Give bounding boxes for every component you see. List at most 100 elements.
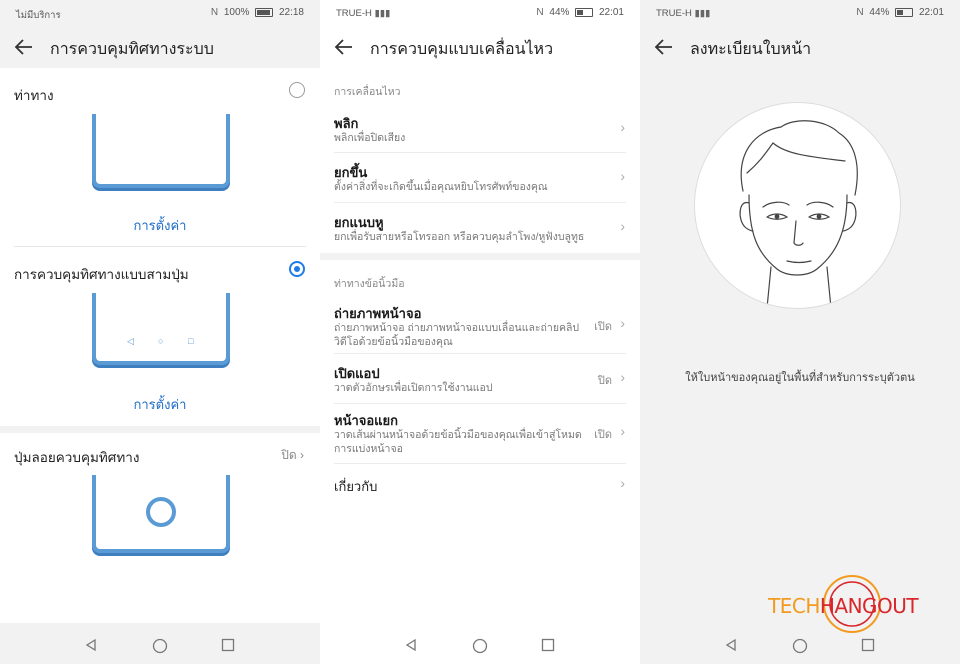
chevron-right-icon: › — [620, 423, 625, 439]
section-gap — [320, 253, 640, 260]
back-arrow-icon[interactable] — [332, 35, 356, 59]
system-navbar — [0, 630, 320, 664]
system-navbar — [640, 630, 960, 664]
status-bar: TRUE-H ▮▮▮ N 44% 22:01 — [640, 0, 960, 26]
nav-recents-icon[interactable] — [861, 638, 875, 652]
nav-back-icon: ◁ — [127, 336, 134, 346]
three-button-phone-illustration: ◁ ○ □ — [92, 293, 230, 365]
system-navbar — [320, 630, 640, 664]
divider — [14, 246, 306, 247]
radio-gestures[interactable] — [289, 82, 305, 98]
nav-home-icon[interactable] — [472, 638, 488, 654]
signal-icon: ▮▮▮ — [694, 8, 711, 19]
nav-home-icon[interactable] — [152, 638, 168, 654]
status-bar: ไม่มีบริการ N 100% 22:18 — [0, 0, 320, 26]
status-time: 22:01 — [918, 7, 944, 18]
option-gestures-label: ท่าทาง — [14, 88, 54, 103]
panel-system-navigation: ไม่มีบริการ N 100% 22:18 การควบคุมทิศทาง… — [0, 0, 320, 664]
battery-percent: 44% — [549, 7, 570, 18]
status-time: 22:01 — [598, 7, 624, 18]
battery-icon — [255, 7, 274, 17]
battery-percent: 44% — [869, 7, 890, 18]
item-subtitle: ตั้งค่าสิ่งที่จะเกิดขึ้นเมื่อคุณหยิบโทรศ… — [334, 181, 548, 193]
list-item-raise[interactable]: ยกขึ้น ตั้งค่าสิ่งที่จะเกิดขึ้นเมื่อคุณห… — [320, 153, 640, 201]
page-title: การควบคุมแบบเคลื่อนไหว — [370, 41, 554, 58]
chevron-right-icon: › — [620, 315, 625, 331]
item-subtitle: พลิกเพื่อปิดเสียง — [334, 132, 406, 144]
floating-dock-value: ปิด › — [281, 446, 304, 465]
radio-three-button[interactable] — [289, 261, 305, 277]
status-carrier: ไม่มีบริการ — [16, 10, 61, 21]
nav-back-icon[interactable] — [724, 638, 738, 652]
status-bar: TRUE-H ▮▮▮ N 44% 22:01 — [320, 0, 640, 26]
status-right: N 44% 22:01 — [536, 7, 624, 18]
status-right: N 44% 22:01 — [856, 7, 944, 18]
nav-recents-icon[interactable] — [221, 638, 235, 652]
list-item-open-app[interactable]: เปิดแอป วาดตัวอักษรเพื่อเปิดการใช้งานแอป… — [320, 354, 640, 402]
nav-back-icon[interactable] — [404, 638, 418, 652]
item-value: เปิด — [594, 321, 612, 333]
nav-recents-icon[interactable] — [541, 638, 555, 652]
panel-face-enrollment: TRUE-H ▮▮▮ N 44% 22:01 ลงทะเบียนใบหน้า ใ… — [640, 0, 960, 664]
nav-back-icon[interactable] — [84, 638, 98, 652]
section-header-knuckle: ท่าทางข้อนิ้วมือ — [334, 278, 405, 290]
status-right: N 100% 22:18 — [211, 7, 304, 18]
chevron-right-icon: › — [300, 448, 304, 462]
chevron-right-icon: › — [620, 218, 625, 234]
list-item-split-screen[interactable]: หน้าจอแยก วาดเส้นผ่านหน้าจอด้วยข้อนิ้วมื… — [320, 404, 640, 462]
face-frame — [694, 102, 901, 309]
floating-dock-ring-icon — [146, 497, 176, 527]
floating-dock-label: ปุ่มลอยควบคุมทิศทาง — [14, 450, 140, 465]
navigation-options-card: ท่าทาง การตั้งค่า การควบคุมทิศทางแบบสามป… — [0, 68, 320, 426]
page-title: การควบคุมทิศทางระบบ — [50, 41, 214, 58]
status-carrier: TRUE-H ▮▮▮ — [336, 8, 393, 19]
nfc-icon: N — [536, 7, 544, 18]
carrier-name: TRUE-H — [656, 8, 692, 19]
signal-icon: ▮▮▮ — [374, 8, 391, 19]
list-item-screenshot[interactable]: ถ่ายภาพหน้าจอ ถ่ายภาพหน้าจอ ถ่ายภาพหน้าจ… — [320, 294, 640, 352]
watermark-text: TECHHANGOUT — [768, 594, 919, 618]
list-item-flip[interactable]: พลิก พลิกเพื่อปิดเสียง › — [320, 104, 640, 152]
item-value: ปิด — [597, 375, 612, 387]
chevron-right-icon: › — [620, 168, 625, 184]
panel-motion-control: TRUE-H ▮▮▮ N 44% 22:01 การควบคุมแบบเคลื่… — [320, 0, 640, 664]
face-outline-icon — [739, 120, 858, 308]
gestures-settings-link[interactable]: การตั้งค่า — [0, 215, 320, 236]
carrier-name: TRUE-H — [336, 8, 372, 19]
floating-dock-card[interactable]: ปุ่มลอยควบคุมทิศทาง ปิด › — [0, 433, 320, 623]
gesture-phone-illustration — [92, 114, 230, 188]
three-button-settings-link[interactable]: การตั้งค่า — [0, 394, 320, 415]
battery-percent: 100% — [223, 7, 250, 18]
section-header-motion: การเคลื่อนไหว — [334, 86, 401, 98]
status-carrier: TRUE-H ▮▮▮ — [656, 8, 713, 19]
list-item-about[interactable]: เกี่ยวกับ › — [320, 464, 640, 504]
page-title: ลงทะเบียนใบหน้า — [690, 41, 812, 58]
nfc-icon: N — [210, 7, 219, 18]
watermark-part1: TECH — [768, 594, 820, 618]
item-title: เกี่ยวกับ — [334, 479, 378, 494]
face-hint-text: ให้ใบหน้าของคุณอยู่ในพื้นที่สำหรับการระบ… — [685, 372, 915, 384]
item-subtitle: ถ่ายภาพหน้าจอ ถ่ายภาพหน้าจอแบบเลื่อนและถ… — [334, 322, 580, 348]
option-three-button-label: การควบคุมทิศทางแบบสามปุ่ม — [14, 267, 189, 282]
back-arrow-icon[interactable] — [12, 35, 36, 59]
item-subtitle: วาดเส้นผ่านหน้าจอด้วยข้อนิ้วมือของคุณเพื… — [334, 429, 582, 455]
item-value: เปิด — [594, 429, 612, 441]
nav-home-icon[interactable] — [792, 638, 808, 654]
app-bar: การควบคุมแบบเคลื่อนไหว — [320, 26, 640, 68]
chevron-right-icon: › — [620, 119, 625, 135]
watermark-part2: HANGOUT — [819, 594, 919, 618]
nav-home-icon: ○ — [158, 336, 164, 346]
floating-dock-status: ปิด — [281, 448, 297, 462]
app-bar: ลงทะเบียนใบหน้า — [640, 26, 960, 68]
back-arrow-icon[interactable] — [652, 35, 676, 59]
chevron-right-icon: › — [620, 475, 625, 491]
app-bar: การควบคุมทิศทางระบบ — [0, 26, 320, 68]
battery-icon — [575, 7, 594, 17]
battery-icon — [895, 7, 914, 17]
item-subtitle: วาดตัวอักษรเพื่อเปิดการใช้งานแอป — [334, 382, 493, 394]
item-subtitle: ยกเพื่อรับสายหรือโทรออก หรือควบคุมลำโพง/… — [334, 231, 585, 243]
nav-recents-icon: □ — [188, 336, 194, 346]
nfc-icon: N — [856, 7, 864, 18]
status-time: 22:18 — [278, 7, 304, 18]
list-item-raise-to-ear[interactable]: ยกแนบหู ยกเพื่อรับสายหรือโทรออก หรือควบค… — [320, 203, 640, 251]
